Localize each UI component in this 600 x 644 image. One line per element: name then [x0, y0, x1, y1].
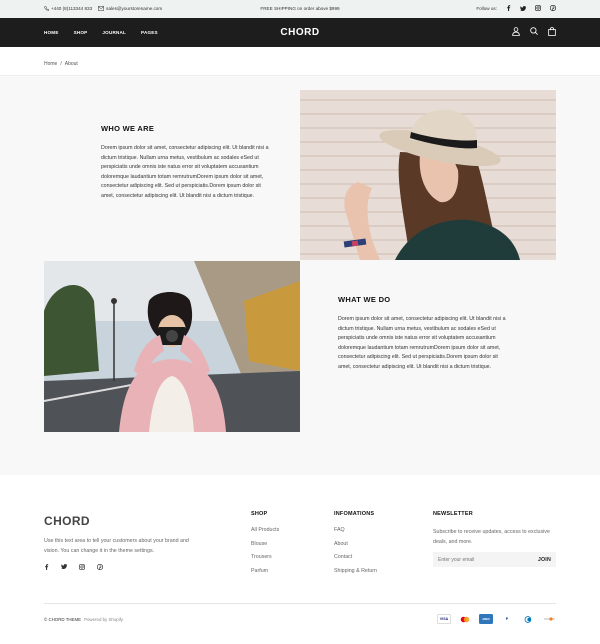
twitter-icon[interactable] — [520, 5, 526, 11]
breadcrumb-current: About — [64, 61, 78, 67]
newsletter-text: Subscribe to receive updates, access to … — [433, 529, 550, 545]
copyright: © CHORD THEME Powered by Shopify — [44, 617, 123, 622]
footer-link-contact[interactable]: Contact — [334, 554, 377, 568]
footer-shop-title: SHOP — [251, 511, 268, 517]
footer-description: Use this text area to tell your customer… — [44, 538, 189, 554]
breadcrumb: Home / About — [44, 61, 78, 67]
payment-methods: VISA AMEX P — [437, 614, 556, 624]
search-icon[interactable] — [530, 27, 538, 35]
follow-label: Follow us: — [476, 5, 497, 11]
instagram-icon[interactable] — [535, 5, 541, 11]
footer-info-list: FAQ About Contact Shipping & Return — [334, 527, 377, 581]
footer-logo[interactable]: CHORD — [44, 514, 90, 528]
who-we-are-text: Dorem ipsum dolor sit amet, consectetur … — [101, 145, 269, 199]
newsletter-form: JOIN — [433, 552, 556, 567]
amex-icon: AMEX — [479, 614, 493, 624]
footer-link-all-products[interactable]: All Products — [251, 527, 279, 541]
footer-link-parfum[interactable]: Parfum — [251, 568, 279, 582]
who-we-are-title: WHO WE ARE — [101, 124, 155, 133]
amex-label: AMEX — [482, 617, 490, 621]
what-we-do-title: WHAT WE DO — [338, 295, 391, 304]
diners-icon — [521, 614, 535, 624]
what-we-do-text: Dorem ipsum dolor sit amet, consectetur … — [338, 316, 506, 370]
mastercard-icon — [458, 614, 472, 624]
camera-woman-image — [44, 261, 300, 432]
footer-link-blouse[interactable]: Blouse — [251, 541, 279, 555]
paypal-icon: P — [500, 614, 514, 624]
main-navbar: HOME SHOP JOURNAL PAGES CHORD — [0, 18, 600, 47]
site-logo[interactable]: CHORD — [0, 27, 600, 38]
footer-divider — [44, 603, 556, 604]
paypal-label: P — [505, 617, 509, 621]
facebook-icon[interactable] — [506, 5, 511, 11]
hat-woman-image — [300, 90, 556, 260]
footer-shop-list: All Products Blouse Trousers Parfum — [251, 527, 279, 581]
instagram-icon[interactable] — [79, 564, 85, 570]
twitter-icon[interactable] — [61, 564, 67, 569]
newsletter-email-input[interactable] — [438, 556, 518, 563]
newsletter-join-button[interactable]: JOIN — [538, 557, 551, 563]
footer-info-title: INFOMATIONS — [334, 511, 375, 517]
user-icon[interactable] — [512, 27, 520, 36]
footer-link-shipping-return[interactable]: Shipping & Return — [334, 568, 377, 582]
top-bar: +440 (8)113344 833 sales@yourstorename.c… — [0, 0, 600, 18]
discover-icon — [542, 614, 556, 624]
copyright-text[interactable]: © CHORD THEME — [44, 617, 81, 622]
breadcrumb-separator: / — [60, 61, 62, 67]
footer-link-faq[interactable]: FAQ — [334, 527, 377, 541]
pinterest-icon[interactable] — [550, 5, 556, 11]
facebook-icon[interactable] — [44, 564, 49, 570]
bag-icon[interactable] — [548, 27, 556, 36]
footer-link-trousers[interactable]: Trousers — [251, 554, 279, 568]
newsletter-title: NEWSLETTER — [433, 511, 473, 517]
visa-label: VISA — [439, 617, 449, 621]
breadcrumb-home[interactable]: Home — [44, 61, 57, 67]
footer-social-links — [44, 564, 103, 570]
pinterest-icon[interactable] — [97, 564, 103, 570]
powered-by[interactable]: Powered by Shopify — [84, 617, 123, 622]
visa-icon: VISA — [437, 614, 451, 624]
footer-link-about[interactable]: About — [334, 541, 377, 555]
